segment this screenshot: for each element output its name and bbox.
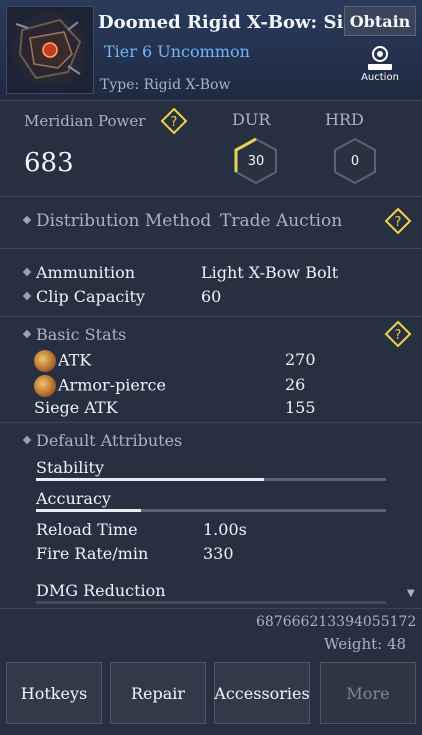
- divider: [0, 196, 422, 197]
- svg-text:?: ?: [395, 328, 402, 343]
- dmg-reduction-label: DMG Reduction: [36, 581, 166, 600]
- help-icon[interactable]: ?: [384, 320, 412, 348]
- divider: [0, 608, 422, 609]
- stat-label: ATK: [58, 350, 92, 370]
- stability-label: Stability: [36, 458, 104, 477]
- accuracy-label: Accuracy: [36, 489, 111, 508]
- ammunition-row: Ammunition: [22, 263, 136, 282]
- stat-value: 26: [285, 375, 306, 394]
- default-attributes-title: Default Attributes: [36, 431, 183, 450]
- ammunition-value: Light X-Bow Bolt: [201, 263, 339, 282]
- divider: [0, 422, 422, 423]
- armor-pierce-icon: [34, 375, 56, 397]
- ammunition-label: Ammunition: [36, 263, 136, 282]
- item-header: Doomed Rigid X-Bow: Siege Tier 6 Uncommo…: [0, 0, 422, 101]
- item-type: Type: Rigid X-Bow: [100, 77, 231, 93]
- hotkeys-button[interactable]: Hotkeys: [6, 662, 102, 724]
- item-id: 687666213394055172: [256, 614, 417, 630]
- basic-stats-title: Basic Stats: [36, 325, 127, 344]
- item-tooltip-panel: Doomed Rigid X-Bow: Siege Tier 6 Uncommo…: [0, 0, 422, 735]
- divider: [0, 248, 422, 249]
- basic-stats-header: Basic Stats: [22, 325, 127, 344]
- accessories-button[interactable]: Accessories: [214, 662, 310, 724]
- reload-time-label: Reload Time: [36, 520, 138, 539]
- accuracy-bar: [36, 509, 386, 512]
- help-icon[interactable]: ?: [160, 107, 188, 135]
- atk-icon: [34, 350, 56, 372]
- auction-label: Auction: [361, 72, 399, 83]
- clip-row: Clip Capacity: [22, 287, 145, 306]
- divider: [0, 316, 422, 317]
- bullet-icon: [22, 435, 32, 445]
- svg-text:?: ?: [171, 115, 178, 130]
- stat-value: 270: [285, 350, 316, 369]
- stat-row: ATK: [34, 350, 91, 372]
- help-icon[interactable]: ?: [384, 207, 412, 235]
- distribution-label: Distribution Method: [36, 211, 212, 231]
- dur-gauge: 30: [231, 136, 281, 186]
- item-tier: Tier 6 Uncommon: [104, 42, 250, 61]
- accuracy-bar-fill: [36, 509, 141, 512]
- auction-icon: [368, 46, 392, 70]
- crossbow-item-icon: [6, 6, 94, 94]
- distribution-row: Distribution Method: [22, 211, 212, 231]
- clip-value: 60: [201, 287, 222, 306]
- default-attributes-header: Default Attributes: [22, 431, 183, 450]
- stability-bar: [36, 478, 386, 481]
- fire-rate-value: 330: [203, 544, 234, 563]
- dur-label: DUR: [232, 110, 271, 129]
- hrd-label: HRD: [325, 110, 364, 129]
- svg-text:?: ?: [395, 215, 402, 230]
- fire-rate-label: Fire Rate/min: [36, 544, 149, 563]
- scroll-down-icon[interactable]: ▼: [407, 588, 415, 599]
- item-weight: Weight: 48: [324, 635, 407, 653]
- item-title: Doomed Rigid X-Bow: Siege: [98, 12, 379, 33]
- reload-time-value: 1.00s: [203, 520, 247, 539]
- obtain-button[interactable]: Obtain: [344, 6, 416, 36]
- stat-value: 155: [285, 398, 316, 417]
- clip-label: Clip Capacity: [36, 287, 145, 306]
- hrd-gauge: 0: [330, 136, 380, 186]
- stat-label: Armor-pierce: [58, 375, 166, 395]
- dur-value: 30: [247, 153, 265, 169]
- repair-button[interactable]: Repair: [110, 662, 206, 724]
- bullet-icon: [22, 215, 32, 225]
- meridian-power-label: Meridian Power: [24, 112, 146, 130]
- auction-button[interactable]: Auction: [361, 44, 399, 84]
- more-button[interactable]: More: [320, 662, 416, 724]
- stability-bar-fill: [36, 478, 264, 481]
- stat-row: Armor-pierce: [34, 375, 166, 397]
- hrd-value: 0: [350, 153, 360, 169]
- stat-label: Siege ATK: [34, 398, 118, 417]
- meridian-power-value: 683: [24, 148, 74, 178]
- bullet-icon: [22, 267, 32, 277]
- bullet-icon: [22, 329, 32, 339]
- distribution-value: Trade Auction: [220, 211, 343, 231]
- dmg-reduction-bar: [36, 601, 386, 604]
- bullet-icon: [22, 291, 32, 301]
